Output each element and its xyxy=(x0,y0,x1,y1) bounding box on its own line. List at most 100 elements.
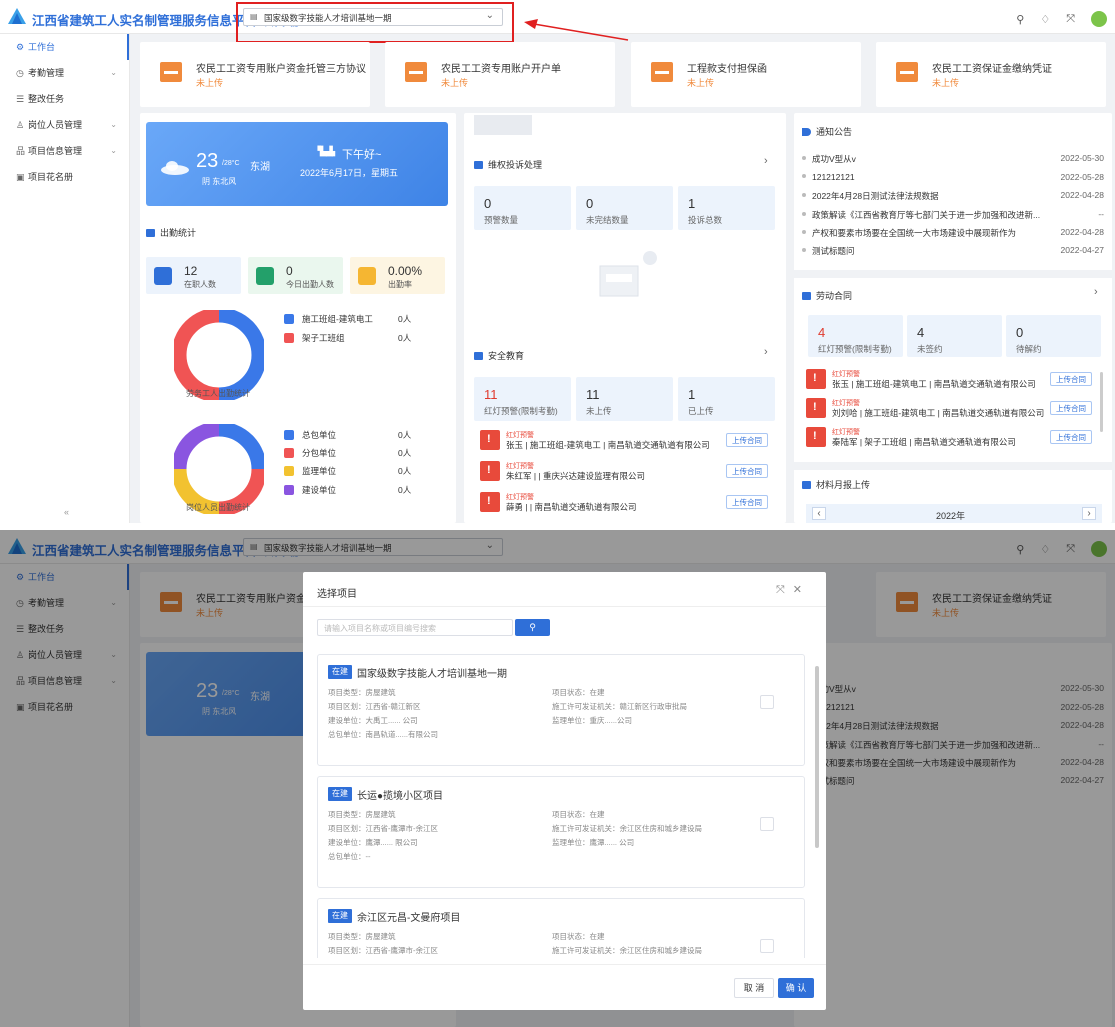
upload-contract-button[interactable]: 上传合同 xyxy=(1050,372,1092,386)
divider xyxy=(303,964,826,965)
agreement-card[interactable]: 工程款支付担保函 未上传 xyxy=(631,42,861,107)
warning-row: 红灯预警张玉 | 施工班组-建筑电工 | 南昌轨道交通轨道有限公司上传合同 xyxy=(806,369,1096,391)
stat-value: 4 xyxy=(818,325,826,340)
project-field: 建设单位：鹰潭...... 限公司 xyxy=(328,838,418,847)
notice-item[interactable]: 政策解读《江西省教育厅等七部门关于进一步加强和改进新... -- xyxy=(802,209,1104,221)
project-list: 在建 国家级数字技能人才培训基地一期 项目类型：房屋建筑 项目区划：江西省-赣江… xyxy=(317,654,807,958)
upload-contract-button[interactable]: 上传合同 xyxy=(1050,430,1092,444)
stat-box: 1 投诉总数 xyxy=(678,186,775,230)
logo-icon xyxy=(8,8,26,24)
notice-item[interactable]: 121212121 2022-05-28 xyxy=(802,172,1104,182)
sidebar-item-personnel[interactable]: ♙ 岗位人员管理 ⌄ xyxy=(0,112,129,138)
upload-contract-button[interactable]: 上传合同 xyxy=(726,464,768,478)
scrollbar[interactable] xyxy=(815,666,819,848)
project-field: 监理单位：鹰潭...... 公司 xyxy=(552,838,635,847)
close-icon[interactable]: ✕ xyxy=(793,584,810,596)
stat-label: 红灯预警(限制考勤) xyxy=(818,344,892,354)
checkin-icon xyxy=(256,267,274,285)
stat-label: 已上传 xyxy=(688,406,714,416)
project-field: 项目区划：江西省-赣江新区 xyxy=(328,702,421,711)
project-field: 项目状态：在建 xyxy=(552,932,605,941)
rate-icon xyxy=(358,267,376,285)
stat-box: 1 已上传 xyxy=(678,377,775,421)
stat-today: 0 今日出勤人数 xyxy=(248,257,343,294)
upload-contract-button[interactable]: 上传合同 xyxy=(726,495,768,509)
legend-item: 监理单位 0人 xyxy=(284,465,411,477)
search-button[interactable]: ⚲ xyxy=(515,619,550,636)
collapse-button[interactable]: « xyxy=(64,507,69,517)
wind: 阴 东北风 xyxy=(202,177,237,186)
stat-box: 11 红灯预警(限制考勤) xyxy=(474,377,571,421)
stat-box: 0 预警数量 xyxy=(474,186,571,230)
maximize-icon[interactable]: ⤧ xyxy=(776,584,793,596)
warning-icon xyxy=(806,369,826,389)
sidebar-item-dashboard[interactable]: ⚙ 工作台 xyxy=(0,34,129,60)
legend-item: 分包单位 0人 xyxy=(284,447,411,459)
sidebar-item-attendance[interactable]: ◷ 考勤管理 ⌄ xyxy=(0,60,129,86)
legend-swatch xyxy=(284,333,294,343)
notice-item[interactable]: 测试标题问 2022-04-27 xyxy=(802,245,1104,257)
bell-icon[interactable]: ♢ xyxy=(1040,13,1050,26)
avatar[interactable] xyxy=(1091,11,1107,27)
divider xyxy=(794,462,1112,470)
folder-icon xyxy=(651,62,673,82)
project-card[interactable]: 在建 余江区元昌-文曼府项目 项目类型：房屋建筑 项目区划：江西省-鹰潭市-余江… xyxy=(317,898,805,958)
notice-item[interactable]: 2022年4月28日测试法律法规数据 2022-04-28 xyxy=(802,190,1104,202)
legend-swatch xyxy=(284,314,294,324)
calendar-icon xyxy=(146,229,155,237)
stat-rate: 0.00% 出勤率 xyxy=(350,257,445,294)
next-year-button[interactable]: › xyxy=(1082,507,1096,520)
annotation-arrow xyxy=(524,19,629,41)
notice-item[interactable]: 成功V型从v 2022-05-30 xyxy=(802,153,1104,165)
labor-donut-chart xyxy=(174,310,264,400)
legend-item: 架子工班组 0人 xyxy=(284,332,411,344)
complaints-title[interactable]: 维权投诉处理 xyxy=(474,158,542,171)
stat-value: 1 xyxy=(688,196,696,211)
placeholder-block xyxy=(474,115,532,135)
sidebar-item-roster[interactable]: ▣ 项目花名册 xyxy=(0,164,129,190)
education-icon xyxy=(474,352,483,360)
labor-contract-title[interactable]: 劳动合同 xyxy=(802,289,852,302)
project-card[interactable]: 在建 国家级数字技能人才培训基地一期 项目类型：房屋建筑 项目区划：江西省-赣江… xyxy=(317,654,805,766)
agreement-card[interactable]: 农民工工资专用账户资金托管三方协议 未上传 xyxy=(140,42,370,107)
upload-contract-button[interactable]: 上传合同 xyxy=(726,433,768,447)
materials-title: 材料月报上传 xyxy=(802,478,870,491)
project-search-input[interactable]: 请输入项目名称或项目编号搜索 xyxy=(317,619,513,636)
agreement-title: 工程款支付担保函 xyxy=(687,64,767,75)
chevron-right-icon[interactable]: › xyxy=(1094,286,1105,298)
select-project-modal: 选择项目 ⤧✕ 请输入项目名称或项目编号搜索 ⚲ 在建 国家级数字技能人才培训基… xyxy=(303,572,826,1010)
project-field: 施工许可发证机关：余江区住房和城乡建设局 xyxy=(552,946,702,955)
notice-item[interactable]: 产权和要素市场要在全国统一大市场建设中展现新作为 2022-04-28 xyxy=(802,227,1104,239)
safety-title[interactable]: 安全教育 xyxy=(474,349,524,362)
dashboard-screenshot-1: 江西省建筑工人实名制管理服务信息平台-项目端 ▤ 国家级数字技能人才培训基地一期… xyxy=(0,0,1115,523)
cancel-button[interactable]: 取 消 xyxy=(734,978,774,998)
sidebar-item-project-info[interactable]: 品项目信息管理 ⌄ xyxy=(0,138,129,164)
warning-text: 张玉 | 施工班组-建筑电工 | 南昌轨道交通轨道有限公司 xyxy=(832,379,1036,389)
clock-icon: ◷ xyxy=(16,68,24,78)
project-checkbox[interactable] xyxy=(760,817,774,831)
project-field: 项目状态：在建 xyxy=(552,688,605,697)
agreement-title: 农民工工资专用账户开户单 xyxy=(441,64,561,75)
prev-year-button[interactable]: ‹ xyxy=(812,507,826,520)
agreement-card[interactable]: 农民工工资保证金缴纳凭证 未上传 xyxy=(876,42,1106,107)
project-card[interactable]: 在建 长运●揽境小区项目 项目类型：房屋建筑 项目区划：江西省-鹰潭市-余江区 … xyxy=(317,776,805,888)
upload-contract-button[interactable]: 上传合同 xyxy=(1050,401,1092,415)
agreement-status: 未上传 xyxy=(687,78,715,88)
sidebar-item-rectification[interactable]: ☰ 整改任务 xyxy=(0,86,129,112)
divider xyxy=(794,270,1112,278)
stat-value: 0 xyxy=(484,196,492,211)
confirm-button[interactable]: 确 认 xyxy=(778,978,814,998)
warning-row: 红灯预警张玉 | 施工班组-建筑电工 | 南昌轨道交通轨道有限公司上传合同 xyxy=(480,430,776,452)
fullscreen-icon[interactable]: ⤧ xyxy=(1066,13,1075,26)
project-checkbox[interactable] xyxy=(760,939,774,953)
upload-icon xyxy=(802,481,811,489)
search-icon[interactable]: ⚲ xyxy=(1016,13,1024,26)
temperature: 23 xyxy=(196,150,219,172)
scrollbar[interactable] xyxy=(1100,372,1103,432)
temperature-range: /28°C xyxy=(222,160,240,167)
agreement-card[interactable]: 农民工工资专用账户开户单 未上传 xyxy=(385,42,615,107)
stat-label: 预警数量 xyxy=(484,215,519,225)
buildings-icon: ▝▙▟▖ xyxy=(314,146,339,156)
project-checkbox[interactable] xyxy=(760,695,774,709)
stat-label: 红灯预警(限制考勤) xyxy=(484,406,558,416)
